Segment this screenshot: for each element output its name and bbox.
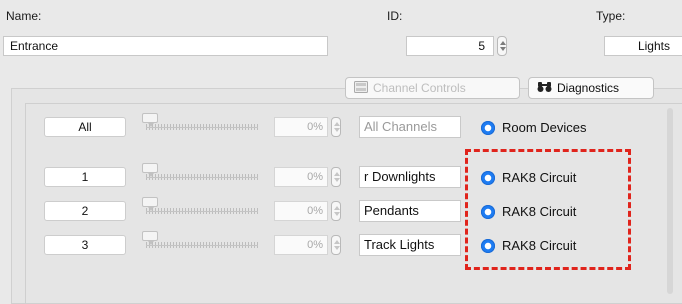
channel-3-level-field[interactable]: 0%: [274, 235, 328, 255]
id-field[interactable]: 5: [406, 36, 494, 56]
slider-ticks: [146, 208, 258, 214]
slider-ticks: [146, 242, 258, 248]
channel-1-button[interactable]: 1: [44, 167, 126, 187]
channel-3-slider[interactable]: [142, 231, 258, 253]
binoculars-icon: [537, 81, 552, 96]
all-level-stepper[interactable]: [331, 117, 341, 137]
type-label: Type:: [596, 9, 626, 23]
all-channels-button[interactable]: All: [44, 117, 126, 137]
highlight-box: [465, 149, 631, 270]
channel-2-slider[interactable]: [142, 197, 258, 219]
channel-1-level-field[interactable]: 0%: [274, 167, 328, 187]
slider-ticks: [146, 124, 258, 130]
channel-3-name[interactable]: Track Lights: [359, 234, 461, 256]
vertical-scrollbar[interactable]: [667, 108, 673, 294]
all-channels-name: All Channels: [359, 116, 461, 138]
slider-thumb[interactable]: [142, 231, 158, 245]
all-level-field[interactable]: 0%: [274, 117, 328, 137]
slider-thumb[interactable]: [142, 163, 158, 177]
tab-channel-controls[interactable]: Channel Controls: [345, 77, 520, 99]
channel-controls-icon: [354, 80, 368, 96]
name-label: Name:: [6, 9, 42, 23]
id-stepper[interactable]: [497, 36, 507, 56]
slider-thumb[interactable]: [142, 113, 158, 127]
all-level-slider[interactable]: [142, 113, 258, 135]
channel-1-level-stepper[interactable]: [331, 167, 341, 187]
channel-3-level-stepper[interactable]: [331, 235, 341, 255]
tab-diagnostics[interactable]: Diagnostics: [528, 77, 654, 99]
type-select[interactable]: Lights: [604, 36, 682, 56]
channel-2-name[interactable]: Pendants: [359, 200, 461, 222]
channel-2-button[interactable]: 2: [44, 201, 126, 221]
channel-1-name[interactable]: r Downlights: [359, 166, 461, 188]
channel-1-slider[interactable]: [142, 163, 258, 185]
channel-2-level-field[interactable]: 0%: [274, 201, 328, 221]
name-field[interactable]: Entrance: [3, 36, 328, 56]
room-devices-label: Room Devices: [502, 120, 587, 135]
channel-3-button[interactable]: 3: [44, 235, 126, 255]
room-devices-radio[interactable]: [481, 120, 495, 135]
room-devices-radio-row[interactable]: Room Devices: [481, 120, 587, 135]
channel-2-level-stepper[interactable]: [331, 201, 341, 221]
tab-diagnostics-label: Diagnostics: [557, 81, 620, 95]
slider-thumb[interactable]: [142, 197, 158, 211]
tab-channel-controls-label: Channel Controls: [373, 81, 466, 95]
id-label: ID:: [387, 9, 403, 23]
slider-ticks: [146, 174, 258, 180]
